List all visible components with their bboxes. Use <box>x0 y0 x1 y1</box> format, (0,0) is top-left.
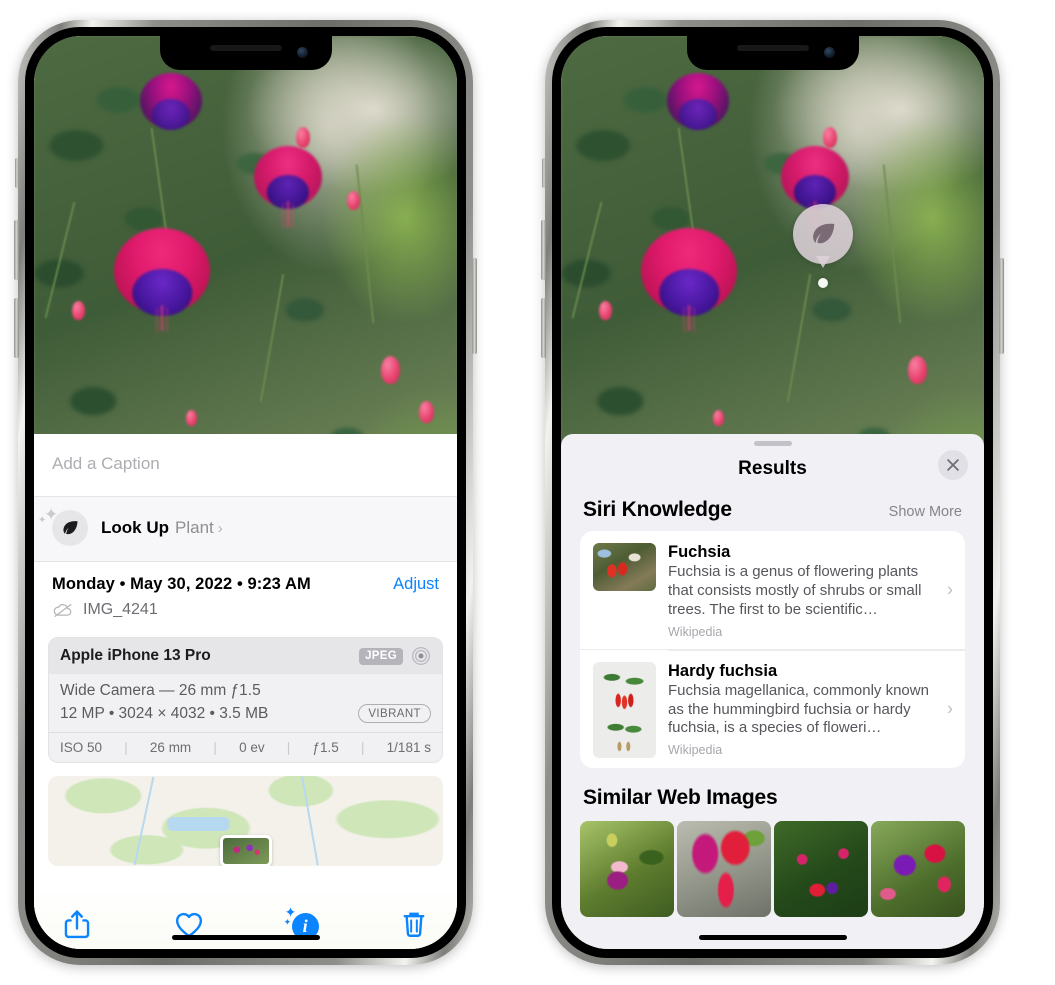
knowledge-card[interactable]: Fuchsia Fuchsia is a genus of flowering … <box>580 531 965 649</box>
exif-separator: | <box>360 740 365 755</box>
bloom <box>114 227 211 332</box>
pin-tail <box>816 256 830 268</box>
earpiece-speaker <box>736 45 809 51</box>
location-map[interactable] <box>48 776 443 866</box>
look-up-row[interactable]: ✦ ✦ Look Up Plant › <box>34 497 457 562</box>
bloom <box>780 145 849 228</box>
bloom <box>253 145 322 228</box>
format-badge: JPEG <box>359 647 403 665</box>
map-photo-pin[interactable] <box>219 835 272 866</box>
front-camera-icon <box>823 47 835 58</box>
sparkle-icon-small: ✦ <box>38 515 47 526</box>
leaf-icon <box>793 204 853 264</box>
volume-down-button[interactable] <box>541 298 546 358</box>
phone-left: Add a Caption ✦ ✦ Look Up Plant › Monday… <box>14 20 477 965</box>
camera-lens-line: Wide Camera — 26 mm ƒ1.5 <box>60 682 261 699</box>
list-divider <box>668 649 965 651</box>
web-image-tile[interactable] <box>580 820 674 917</box>
aperture-icon[interactable] <box>411 646 431 666</box>
no-cloud-icon <box>53 603 72 617</box>
bloom <box>641 227 738 332</box>
metadata-block: Monday • May 30, 2022 • 9:23 AM Adjust I… <box>34 562 457 629</box>
photo-date: Monday • May 30, 2022 • 9:23 AM <box>52 575 311 593</box>
similar-web-images-row <box>561 820 984 917</box>
volume-down-button[interactable] <box>14 298 19 358</box>
phone-screen-right: Results Siri Knowledge Show More Fuchsia… <box>561 36 984 949</box>
exif-separator: | <box>213 740 217 755</box>
exif-ev: 0 ev <box>239 740 265 755</box>
trash-icon[interactable] <box>397 907 431 941</box>
look-up-subject: Plant <box>175 518 214 537</box>
knowledge-thumbnail <box>593 543 656 591</box>
close-icon[interactable] <box>938 450 968 480</box>
show-more-button[interactable]: Show More <box>889 504 962 520</box>
home-indicator[interactable] <box>698 935 847 940</box>
phone-right: Results Siri Knowledge Show More Fuchsia… <box>541 20 1004 965</box>
power-button[interactable] <box>999 258 1004 354</box>
earpiece-speaker <box>209 45 282 51</box>
exif-aperture: ƒ1.5 <box>312 740 339 755</box>
volume-up-button[interactable] <box>541 220 546 280</box>
camera-info-card: Apple iPhone 13 Pro JPEG Wide Camera — 2… <box>48 637 443 763</box>
web-image-tile[interactable] <box>774 820 868 917</box>
web-image-tile[interactable] <box>871 820 965 917</box>
photo-filename: IMG_4241 <box>83 601 158 618</box>
chevron-right-icon: › <box>947 579 953 600</box>
exif-separator: | <box>124 740 128 755</box>
volume-up-button[interactable] <box>14 220 19 280</box>
silent-switch[interactable] <box>542 158 546 188</box>
knowledge-source: Wikipedia <box>668 743 723 758</box>
sparkle-icon-small: ✦ <box>283 917 292 927</box>
phone-notch <box>686 36 859 70</box>
section-title: Similar Web Images <box>583 785 778 809</box>
phone-screen-left: Add a Caption ✦ ✦ Look Up Plant › Monday… <box>34 36 457 949</box>
pin-anchor-dot <box>818 278 828 288</box>
results-title: Results <box>738 458 807 479</box>
share-icon[interactable] <box>60 907 94 941</box>
camera-size-line: 12 MP • 3024 × 4032 • 3.5 MB <box>60 704 269 722</box>
bloom <box>666 72 729 131</box>
exif-focal: 26 mm <box>149 740 192 755</box>
home-indicator[interactable] <box>171 935 320 940</box>
exif-separator: | <box>286 740 291 755</box>
knowledge-title: Hardy fuchsia <box>668 661 778 680</box>
power-button[interactable] <box>472 258 477 354</box>
similar-web-images-header: Similar Web Images <box>561 768 984 819</box>
photo-info-sheet: Add a Caption ✦ ✦ Look Up Plant › Monday… <box>34 434 457 949</box>
exif-shutter: 1/181 s <box>386 740 431 755</box>
look-up-title: Look Up <box>101 518 169 537</box>
chevron-right-icon: › <box>217 520 223 537</box>
knowledge-card[interactable]: Hardy fuchsia Fuchsia magellanica, commo… <box>580 648 965 768</box>
exif-row: ISO 50 | 26 mm | 0 ev | ƒ1.5 | 1/181 s <box>49 732 442 762</box>
phone-bezel: Results Siri Knowledge Show More Fuchsia… <box>552 27 993 958</box>
visual-lookup-results-sheet: Results Siri Knowledge Show More Fuchsia… <box>561 434 984 949</box>
knowledge-thumbnail <box>593 661 656 758</box>
results-header: Results <box>561 446 984 496</box>
siri-knowledge-cards: Fuchsia Fuchsia is a genus of flowering … <box>580 531 965 768</box>
photographic-style-badge: VIBRANT <box>358 704 431 723</box>
camera-model: Apple iPhone 13 Pro <box>60 647 211 664</box>
caption-input[interactable]: Add a Caption <box>34 434 457 497</box>
visual-lookup-pin[interactable] <box>793 204 853 288</box>
knowledge-title: Fuchsia <box>668 543 731 561</box>
screenshot-stage: Add a Caption ✦ ✦ Look Up Plant › Monday… <box>0 0 1055 985</box>
silent-switch[interactable] <box>15 158 19 188</box>
adjust-button[interactable]: Adjust <box>393 575 439 594</box>
section-title: Siri Knowledge <box>583 498 732 521</box>
siri-knowledge-header: Siri Knowledge Show More <box>561 496 984 531</box>
knowledge-source: Wikipedia <box>668 624 723 639</box>
knowledge-description: Fuchsia magellanica, commonly known as t… <box>668 681 929 737</box>
web-image-tile[interactable] <box>677 820 771 917</box>
chevron-right-icon: › <box>947 698 953 719</box>
bloom <box>139 72 202 131</box>
phone-bezel: Add a Caption ✦ ✦ Look Up Plant › Monday… <box>25 27 466 958</box>
knowledge-description: Fuchsia is a genus of flowering plants t… <box>668 563 922 618</box>
exif-iso: ISO 50 <box>60 740 103 755</box>
phone-notch <box>159 36 332 70</box>
leaf-icon: ✦ ✦ <box>38 506 88 546</box>
front-camera-icon <box>296 47 308 58</box>
